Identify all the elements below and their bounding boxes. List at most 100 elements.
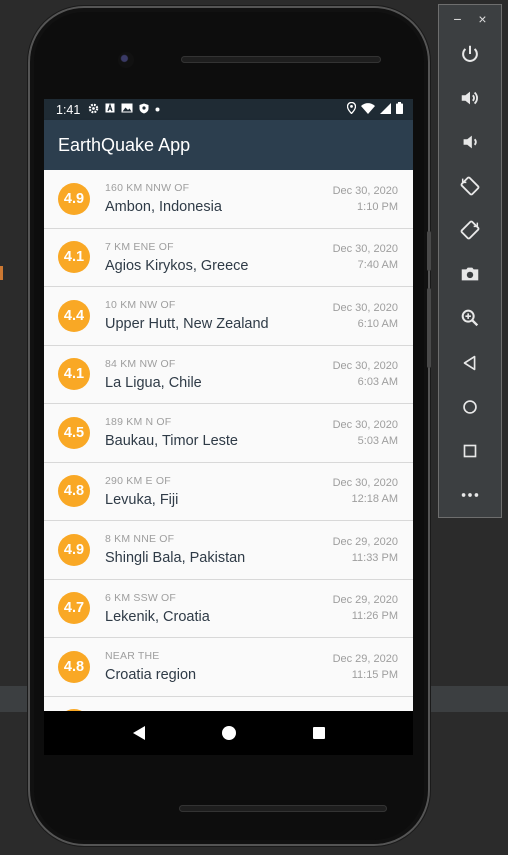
quake-date: Dec 30, 2020 [332,243,398,256]
top-speaker [181,56,381,63]
earthquake-list-item[interactable]: 4.1 7 km ENE of Agios Kirykos, Greece Dec 3… [44,228,413,287]
datetime-block: Dec 29, 2020 11:26 PM [333,594,413,622]
quake-date: Dec 30, 2020 [332,301,398,314]
rotate-right-icon[interactable] [439,216,501,244]
quake-time: 7:40 AM [357,259,398,272]
phone-volume-button [427,288,431,368]
app-title: EarthQuake App [58,134,191,155]
location-block: 10 km NW of Upper Hutt, New Zealand [105,299,333,332]
earthquake-list-item[interactable]: 4.1 84 km NW of La Ligua, Chile Dec 30, 202… [44,345,413,404]
camera-icon[interactable] [439,260,501,288]
home-icon[interactable] [221,726,236,740]
magnitude-circle: 4.9 [58,533,90,566]
signal-icon [380,102,391,117]
dot-icon [155,105,160,115]
datetime-block: Dec 30, 2020 6:10 AM [333,302,413,330]
datetime-block: Dec 30, 2020 5:03 AM [333,419,413,447]
minimize-button[interactable]: − [453,11,461,27]
quake-time: 11:15 PM [351,668,398,681]
close-button[interactable]: × [478,11,486,27]
primary-location: Upper Hutt, New Zealand [105,316,269,333]
location-block: 7 km ENE of Agios Kirykos, Greece [105,241,333,274]
power-icon[interactable] [439,40,501,68]
volume-down-icon[interactable] [439,128,501,156]
datetime-block: Dec 30, 2020 12:18 AM [333,477,413,505]
earthquake-list-item[interactable]: 4.5 189 km N of Baukau, Timor Leste Dec 30,… [44,404,413,463]
window-controls: − × [439,5,501,27]
back-icon[interactable] [439,349,501,377]
rotate-left-icon[interactable] [439,172,501,200]
home-icon[interactable] [439,393,501,421]
location-offset: Near the [105,650,160,663]
quake-date: Dec 29, 2020 [332,652,398,665]
a-icon [105,103,115,116]
location-icon [346,101,357,117]
earthquake-list[interactable]: 4.9 160 km NNW of Ambon, Indonesia Dec 30, … [44,170,413,711]
datetime-block: Dec 30, 2020 7:40 AM [333,243,413,271]
quake-date: Dec 29, 2020 [332,594,398,607]
more-icon[interactable] [439,481,501,509]
quake-time: 6:03 AM [357,376,398,389]
primary-location: Croatia region [105,667,197,684]
location-offset: 189 km N of [105,416,172,429]
recents-icon[interactable] [312,727,325,739]
image-icon [121,103,133,116]
magnitude-circle: 4.1 [58,358,90,391]
quake-date: Dec 30, 2020 [332,477,398,490]
location-block: 84 km NW of La Ligua, Chile [105,358,333,391]
datetime-block: Dec 30, 2020 1:10 PM [333,185,413,213]
primary-location: Shingli Bala, Pakistan [105,550,246,567]
location-block: 290 km E of Levuka, Fiji [105,475,333,508]
front-camera [118,52,134,68]
shield-icon [139,103,149,117]
bottom-speaker [179,805,387,812]
location-offset: 290 km E of [105,474,171,487]
location-offset: 8 km NNE of [105,533,175,546]
quake-time: 5:03 AM [357,434,398,447]
volume-up-icon[interactable] [439,84,501,112]
earthquake-list-item[interactable]: 4.7 6 km SSW of Lekenik, Croatia Dec 29, 20… [44,579,413,638]
location-offset: 160 km NNW of [105,182,190,195]
location-block: 6 km SSW of Lekenik, Croatia [105,592,333,625]
location-block: Near the Croatia region [105,650,333,683]
primary-location: Agios Kirykos, Greece [105,257,249,274]
status-time: 1:41 [56,102,81,117]
quake-date: Dec 30, 2020 [332,418,398,431]
magnitude-circle: 4.8 [58,650,90,683]
location-offset: 7 km ENE of [105,240,174,253]
magnitude-circle: 4.5 [58,416,90,449]
quake-time: 6:10 AM [357,317,398,330]
magnitude-circle: 4.8 [58,475,90,508]
location-block: 189 km N of Baukau, Timor Leste [105,416,333,449]
app-bar: EarthQuake App [44,120,413,170]
zoom-icon[interactable] [439,304,501,332]
quake-time: 12:18 AM [351,493,398,506]
magnitude-circle: 4.7 [58,592,90,625]
magnitude-circle: 4.9 [58,182,90,215]
primary-location: Baukau, Timor Leste [105,433,238,450]
primary-location: Lekenik, Croatia [105,608,210,625]
back-icon[interactable] [132,726,145,740]
datetime-block: Dec 29, 2020 11:15 PM [333,653,413,681]
location-offset: 6 km SSW of [105,591,177,604]
ide-marker [0,266,3,280]
earthquake-list-item[interactable]: 4.9 8 km NNE of Shingli Bala, Pakistan Dec … [44,521,413,580]
earthquake-list-item[interactable]: 4.8 290 km E of Levuka, Fiji Dec 30, 2020 12… [44,462,413,521]
battery-icon [396,102,403,117]
quake-date: Dec 29, 2020 [332,535,398,548]
earthquake-list-item[interactable]: 4.9 160 km NNW of Ambon, Indonesia Dec 30, … [44,170,413,229]
status-bar: 1:41 [44,99,413,120]
datetime-block: Dec 29, 2020 11:33 PM [333,536,413,564]
android-nav-bar [44,711,413,755]
earthquake-list-item[interactable]: 4.8 Near the Croatia region Dec 29, 2020 11:… [44,638,413,697]
earthquake-list-item-partial[interactable] [44,696,413,711]
quake-time: 1:10 PM [357,200,398,213]
earthquake-list-item[interactable]: 4.4 10 km NW of Upper Hutt, New Zealand Dec… [44,287,413,346]
overview-icon[interactable] [439,437,501,465]
magnitude-circle: 4.1 [58,241,90,274]
phone-screen: 1:41 EarthQuake App 4.9 160 KM NNW OF Am… [44,99,413,711]
quake-date: Dec 30, 2020 [332,360,398,373]
phone-side-button [427,231,431,271]
datetime-block: Dec 30, 2020 6:03 AM [333,360,413,388]
primary-location: Levuka, Fiji [105,491,179,508]
